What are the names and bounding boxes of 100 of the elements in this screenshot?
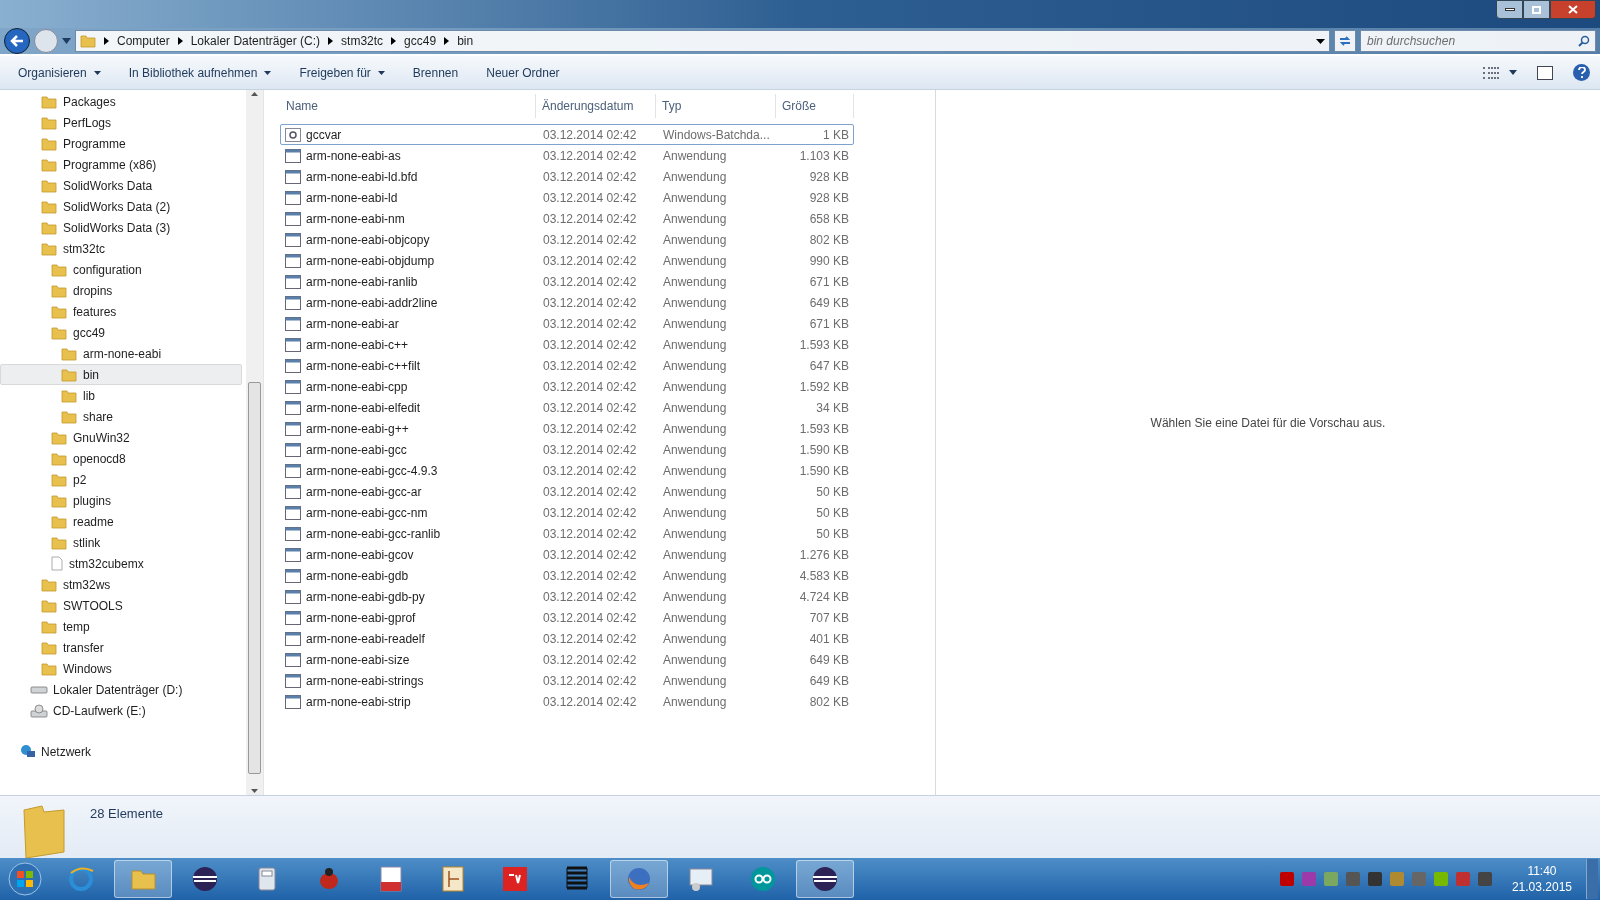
toolbar-menu-button[interactable]: In Bibliothek aufnehmen bbox=[120, 60, 280, 85]
folder-tree-item[interactable]: configuration bbox=[0, 259, 242, 280]
restore-button[interactable] bbox=[1523, 0, 1550, 19]
folder-tree-item[interactable]: features bbox=[0, 301, 242, 322]
file-row[interactable]: arm-none-eabi-gcc-nm 03.12.2014 02:42 Anwendung 50 KB bbox=[280, 502, 854, 523]
file-row[interactable]: arm-none-eabi-objcopy 03.12.2014 02:42 Anwendung 802 KB bbox=[280, 229, 854, 250]
folder-tree-item[interactable]: arm-none-eabi bbox=[0, 343, 242, 364]
file-name: arm-none-eabi-gcc-nm bbox=[306, 504, 428, 522]
help-button[interactable] bbox=[1573, 64, 1590, 81]
type-cell-text: Anwendung bbox=[662, 588, 728, 606]
file-row[interactable]: arm-none-eabi-as 03.12.2014 02:42 Anwendung 1.103 KB bbox=[280, 145, 854, 166]
folder-tree-item[interactable]: bin bbox=[0, 364, 242, 385]
folder-tree-item[interactable]: p2 bbox=[0, 469, 242, 490]
folder-tree-item[interactable]: readme bbox=[0, 511, 242, 532]
folder-tree-item[interactable]: stm32tc bbox=[0, 238, 242, 259]
folder-tree-item[interactable]: temp bbox=[0, 616, 242, 637]
folder-tree-item[interactable]: GnuWin32 bbox=[0, 427, 242, 448]
folder-tree-item[interactable]: PerfLogs bbox=[0, 112, 242, 133]
scrollbar[interactable] bbox=[246, 90, 263, 795]
tray-icon[interactable] bbox=[1477, 872, 1492, 886]
column-header[interactable]: Name bbox=[280, 94, 536, 118]
folder-tree-item[interactable]: SolidWorks Data bbox=[0, 175, 242, 196]
file-row[interactable]: arm-none-eabi-gcc-ar 03.12.2014 02:42 Anwendung 50 KB bbox=[280, 481, 854, 502]
file-row[interactable]: arm-none-eabi-ar 03.12.2014 02:42 Anwendung 671 KB bbox=[280, 313, 854, 334]
file-row[interactable]: arm-none-eabi-gcc 03.12.2014 02:42 Anwendung 1.590 KB bbox=[280, 439, 854, 460]
refresh-button[interactable] bbox=[1334, 30, 1356, 52]
folder-tree-item[interactable]: SWTOOLS bbox=[0, 595, 242, 616]
column-header[interactable]: Größe bbox=[776, 94, 854, 118]
folder-tree-item[interactable]: lib bbox=[0, 385, 242, 406]
breadcrumb-link[interactable]: bin bbox=[457, 32, 474, 50]
file-row[interactable]: arm-none-eabi-strings 03.12.2014 02:42 Anwendung 649 KB bbox=[280, 670, 854, 691]
file-row[interactable]: arm-none-eabi-nm 03.12.2014 02:42 Anwendung 658 KB bbox=[280, 208, 854, 229]
folder-tree-item[interactable]: stm32ws bbox=[0, 574, 242, 595]
breadcrumb-link[interactable]: Lokaler Datenträger (C:) bbox=[190, 32, 321, 50]
folder-tree-item[interactable]: stm32cubemx bbox=[0, 553, 242, 574]
type-cell-text: Anwendung bbox=[662, 462, 728, 480]
folder-tree-item[interactable]: Windows bbox=[0, 658, 242, 679]
drive-tree-item[interactable]: Lokaler Datenträger (D:) bbox=[0, 679, 244, 700]
file-row[interactable]: arm-none-eabi-gdb-py 03.12.2014 02:42 Anwendung 4.724 KB bbox=[280, 586, 854, 607]
file-row[interactable]: arm-none-eabi-c++ 03.12.2014 02:42 Anwendung 1.593 KB bbox=[280, 334, 854, 355]
folder-tree-item[interactable]: plugins bbox=[0, 490, 242, 511]
file-row[interactable]: arm-none-eabi-g++ 03.12.2014 02:42 Anwendung 1.593 KB bbox=[280, 418, 854, 439]
drive-tree-item[interactable]: CD-Laufwerk (E:) bbox=[0, 700, 244, 721]
size-cell-text: 671 KB bbox=[808, 315, 850, 333]
scrollbar-thumb[interactable] bbox=[248, 381, 261, 774]
file-row[interactable]: arm-none-eabi-elfedit 03.12.2014 02:42 Anwendung 34 KB bbox=[280, 397, 854, 418]
toolbar-menu-button[interactable]: Freigeben für bbox=[291, 60, 393, 85]
address-field[interactable]: Computer Lokaler Datenträger (C:) stm32tc gcc49 bin bbox=[75, 30, 1330, 52]
file-row[interactable]: arm-none-eabi-strip 03.12.2014 02:42 Anwendung 802 KB bbox=[280, 691, 854, 712]
file-row[interactable]: arm-none-eabi-gcc-ranlib 03.12.2014 02:42 Anwendung 50 KB bbox=[280, 523, 854, 544]
column-header[interactable]: Änderungsdatum bbox=[536, 94, 656, 118]
browser-e-icon bbox=[67, 865, 95, 893]
folder-tree-item[interactable]: stlink bbox=[0, 532, 242, 553]
folder-tree-item[interactable]: Programme (x86) bbox=[0, 154, 242, 175]
folder-tree-item[interactable]: gcc49 bbox=[0, 322, 242, 343]
folder-tree-item[interactable]: Programme bbox=[0, 133, 242, 154]
toolbar-menu-button[interactable]: Brennen bbox=[404, 60, 467, 85]
file-row[interactable]: arm-none-eabi-gcov 03.12.2014 02:42 Anwendung 1.276 KB bbox=[280, 544, 854, 565]
folder-tree-item[interactable]: share bbox=[0, 406, 242, 427]
network-tree-item[interactable]: Netzwerk bbox=[0, 741, 244, 762]
type-cell-text: Anwendung bbox=[662, 252, 728, 270]
date-cell-text: 03.12.2014 02:42 bbox=[542, 420, 638, 438]
breadcrumb-link[interactable]: stm32tc bbox=[341, 32, 384, 50]
file-row[interactable]: arm-none-eabi-ranlib 03.12.2014 02:42 Anwendung 671 KB bbox=[280, 271, 854, 292]
file-row[interactable]: arm-none-eabi-ld.bfd 03.12.2014 02:42 Anwendung 928 KB bbox=[280, 166, 854, 187]
folder-tree-item[interactable]: SolidWorks Data (3) bbox=[0, 217, 242, 238]
close-button[interactable] bbox=[1550, 0, 1596, 19]
file-row[interactable]: arm-none-eabi-readelf 03.12.2014 02:42 Anwendung 401 KB bbox=[280, 628, 854, 649]
file-row[interactable]: arm-none-eabi-gcc-4.9.3 03.12.2014 02:42 Anwendung 1.590 KB bbox=[280, 460, 854, 481]
search-field[interactable]: bin durchsuchen bbox=[1360, 30, 1596, 52]
window-icon bbox=[285, 484, 301, 499]
clock[interactable]: 11:40 21.03.2015 bbox=[1511, 863, 1572, 895]
toolbar-menu-button[interactable]: Organisieren bbox=[10, 60, 109, 85]
folder-tree-item[interactable]: openocd8 bbox=[0, 448, 242, 469]
file-row[interactable]: gccvar 03.12.2014 02:42 Windows-Batchda... 1 KB bbox=[280, 124, 854, 145]
folder-tree-item[interactable]: Packages bbox=[0, 91, 242, 112]
folder-tree-item[interactable]: transfer bbox=[0, 637, 242, 658]
file-row[interactable]: arm-none-eabi-cpp 03.12.2014 02:42 Anwendung 1.592 KB bbox=[280, 376, 854, 397]
column-header[interactable]: Typ bbox=[656, 94, 776, 118]
folder-tree-item[interactable]: SolidWorks Data (2) bbox=[0, 196, 242, 217]
minimize-button[interactable] bbox=[1496, 0, 1523, 19]
file-row[interactable]: arm-none-eabi-gdb 03.12.2014 02:42 Anwendung 4.583 KB bbox=[280, 565, 854, 586]
type-cell-text: Anwendung bbox=[662, 168, 728, 186]
file-row[interactable]: arm-none-eabi-gprof 03.12.2014 02:42 Anwendung 707 KB bbox=[280, 607, 854, 628]
tray-icon[interactable] bbox=[1433, 872, 1448, 886]
file-row[interactable]: arm-none-eabi-ld 03.12.2014 02:42 Anwendung 928 KB bbox=[280, 187, 854, 208]
back-button[interactable] bbox=[4, 28, 30, 54]
tray-icon[interactable] bbox=[1367, 872, 1382, 886]
taskbar-app-button[interactable] bbox=[796, 860, 854, 898]
file-row[interactable]: arm-none-eabi-addr2line 03.12.2014 02:42 Anwendung 649 KB bbox=[280, 292, 854, 313]
show-desktop-button[interactable] bbox=[1586, 859, 1598, 899]
file-name: arm-none-eabi-objdump bbox=[306, 252, 435, 270]
folder-tree-item[interactable]: dropins bbox=[0, 280, 242, 301]
breadcrumb-link[interactable]: gcc49 bbox=[404, 32, 437, 50]
file-row[interactable]: arm-none-eabi-objdump 03.12.2014 02:42 Anwendung 990 KB bbox=[280, 250, 854, 271]
breadcrumb-link[interactable]: Computer bbox=[117, 32, 170, 50]
file-row[interactable]: arm-none-eabi-size 03.12.2014 02:42 Anwendung 649 KB bbox=[280, 649, 854, 670]
toolbar-menu-button[interactable]: Neuer Ordner bbox=[478, 60, 568, 85]
preview-pane-button[interactable] bbox=[1537, 65, 1553, 80]
file-row[interactable]: arm-none-eabi-c++filt 03.12.2014 02:42 Anwendung 647 KB bbox=[280, 355, 854, 376]
